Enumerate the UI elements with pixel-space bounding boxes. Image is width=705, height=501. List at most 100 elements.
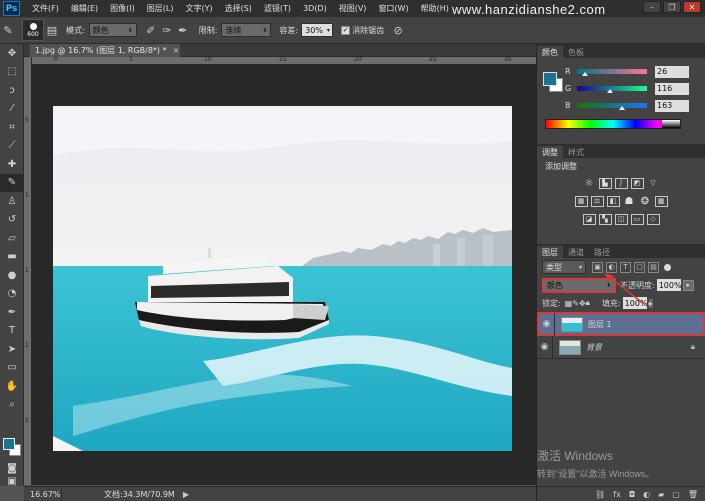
menu-edit[interactable]: 编辑(E) — [71, 3, 98, 14]
fill-slider-toggle[interactable]: ▸ — [648, 298, 653, 308]
gradient-map-icon[interactable]: ▭ — [630, 213, 644, 225]
tab-color[interactable]: 颜色 — [537, 46, 563, 58]
gradient-tool-icon[interactable]: ▬ — [0, 248, 24, 267]
layer-style-icon[interactable]: fx — [613, 490, 621, 499]
filter-pixel-icon[interactable]: ▣ — [592, 261, 603, 273]
menu-view[interactable]: 视图(V) — [339, 3, 367, 14]
visibility-eye-icon[interactable]: ◉ — [537, 335, 553, 359]
layer-row-layer1[interactable]: ◉ 图层 1 — [537, 312, 705, 336]
threshold-icon[interactable]: ◫ — [614, 213, 628, 225]
eyedropper-tool-icon[interactable]: ⟋ — [0, 137, 24, 156]
green-slider[interactable] — [577, 86, 647, 93]
menu-type[interactable]: 文字(Y) — [185, 3, 212, 14]
minimize-button[interactable]: – — [643, 1, 661, 13]
hand-tool-icon[interactable]: ✋ — [0, 377, 24, 396]
pen-tool-icon[interactable]: ✒ — [0, 303, 24, 322]
filter-adjust-icon[interactable]: ◐ — [606, 261, 617, 273]
vibrance-icon[interactable]: ▽ — [647, 178, 660, 189]
new-adjustment-icon[interactable]: ◐ — [643, 490, 650, 499]
tab-styles[interactable]: 样式 — [563, 146, 589, 158]
opacity-input[interactable]: 100% — [656, 279, 682, 291]
filter-shape-icon[interactable]: ▢ — [634, 261, 645, 273]
red-slider-knob[interactable] — [582, 72, 588, 76]
opacity-slider-toggle[interactable]: ▸ — [682, 279, 694, 291]
restore-button[interactable]: ❐ — [663, 1, 681, 13]
document-tab[interactable]: 1.jpg @ 16.7% (图层 1, RGB/8*) * × — [30, 44, 180, 57]
exposure-icon[interactable]: ◩ — [630, 177, 644, 189]
clone-stamp-tool-icon[interactable]: ♙ — [0, 192, 24, 211]
antialias-checkbox[interactable]: ✓ — [341, 25, 351, 35]
color-spectrum-bar[interactable] — [545, 119, 681, 129]
add-mask-icon[interactable]: ◘ — [629, 490, 635, 499]
levels-icon[interactable]: ▙ — [598, 177, 612, 189]
lasso-tool-icon[interactable]: ↄ — [0, 81, 24, 100]
photo-filter-icon[interactable]: ☗ — [623, 196, 636, 207]
visibility-eye-icon[interactable]: ◉ — [539, 312, 555, 336]
color-lookup-icon[interactable]: ▩ — [654, 195, 668, 207]
sample-background-icon[interactable]: ✒ — [175, 22, 191, 38]
type-tool-icon[interactable]: T — [0, 322, 24, 341]
close-button[interactable]: ✕ — [683, 1, 701, 13]
menu-image[interactable]: 图像(I) — [110, 3, 135, 14]
close-tab-icon[interactable]: × — [173, 46, 180, 55]
brush-tool-icon[interactable]: ✎ — [0, 22, 16, 38]
hue-saturation-icon[interactable]: ▦ — [574, 195, 588, 207]
tab-paths[interactable]: 路径 — [589, 246, 615, 258]
path-select-tool-icon[interactable]: ➤ — [0, 340, 24, 359]
menu-select[interactable]: 选择(S) — [225, 3, 252, 14]
red-value[interactable]: 26 — [655, 65, 689, 78]
filter-smart-icon[interactable]: ▤ — [648, 261, 659, 273]
link-layers-icon[interactable]: ⛓ — [595, 490, 605, 499]
blue-slider-knob[interactable] — [619, 106, 625, 110]
delete-layer-icon[interactable]: 🗑︎ — [688, 490, 698, 499]
blue-value[interactable]: 163 — [655, 99, 689, 112]
marquee-tool-icon[interactable]: ⬚ — [0, 63, 24, 82]
limit-dropdown[interactable]: 连续 ⬍ — [221, 23, 272, 37]
green-value[interactable]: 116 — [655, 82, 689, 95]
menu-window[interactable]: 窗口(W) — [378, 3, 408, 14]
fg-color-chip[interactable] — [543, 72, 557, 86]
kind-filter-dropdown[interactable]: 类型 ▾ — [542, 260, 586, 274]
black-white-icon[interactable]: ◧ — [606, 195, 620, 207]
lock-pixels-icon[interactable]: ✎ — [572, 299, 579, 308]
brush-preset-picker[interactable]: 600 — [22, 19, 44, 41]
lock-all-icon[interactable]: 🔒︎ — [586, 298, 590, 308]
layer-row-background[interactable]: ◉ 背景 🔒︎ — [537, 335, 705, 359]
color-replace-tool-icon[interactable]: ✎ — [0, 173, 24, 192]
tab-channels[interactable]: 通道 — [563, 246, 589, 258]
tab-layers[interactable]: 图层 — [537, 246, 563, 258]
color-balance-icon[interactable]: ⚖ — [590, 195, 604, 207]
menu-filter[interactable]: 滤镜(T) — [264, 3, 291, 14]
menu-layer[interactable]: 图层(L) — [147, 3, 174, 14]
invert-icon[interactable]: ◪ — [582, 213, 596, 225]
filter-type-icon[interactable]: T — [620, 261, 631, 273]
brightness-icon[interactable]: ☼ — [583, 178, 596, 189]
new-group-icon[interactable]: ▰ — [658, 490, 664, 499]
green-slider-knob[interactable] — [607, 89, 613, 93]
tab-adjustments[interactable]: 调整 — [537, 146, 563, 158]
eraser-tool-icon[interactable]: ▱ — [0, 229, 24, 248]
screen-mode-icon[interactable]: ▣ — [0, 476, 24, 487]
document-image[interactable] — [53, 106, 512, 451]
menu-file[interactable]: 文件(F) — [32, 3, 59, 14]
move-tool-icon[interactable]: ✥ — [0, 44, 24, 63]
quick-select-tool-icon[interactable]: ⁄ — [0, 100, 24, 119]
tab-swatches[interactable]: 色板 — [563, 46, 589, 58]
mode-dropdown[interactable]: 颜色 ⬍ — [88, 23, 137, 37]
menu-3d[interactable]: 3D(D) — [303, 4, 327, 13]
crop-tool-icon[interactable]: ⌗ — [0, 118, 24, 137]
selective-color-icon[interactable]: ◇ — [646, 213, 660, 225]
lock-position-icon[interactable]: ✥ — [579, 299, 586, 308]
filter-toggle-icon[interactable] — [664, 263, 671, 271]
blur-tool-icon[interactable]: ● — [0, 266, 24, 285]
pressure-icon[interactable]: ⊘ — [390, 22, 406, 38]
red-slider[interactable] — [577, 69, 647, 76]
sample-once-icon[interactable]: ✑ — [159, 22, 175, 38]
canvas-area[interactable] — [32, 65, 536, 485]
history-brush-tool-icon[interactable]: ↺ — [0, 211, 24, 230]
menu-help[interactable]: 帮助(H) — [421, 3, 449, 14]
posterize-icon[interactable]: ▚ — [598, 213, 612, 225]
blue-slider[interactable] — [577, 103, 647, 110]
dodge-tool-icon[interactable]: ◔ — [0, 285, 24, 304]
foreground-color-swatch[interactable] — [3, 438, 15, 450]
